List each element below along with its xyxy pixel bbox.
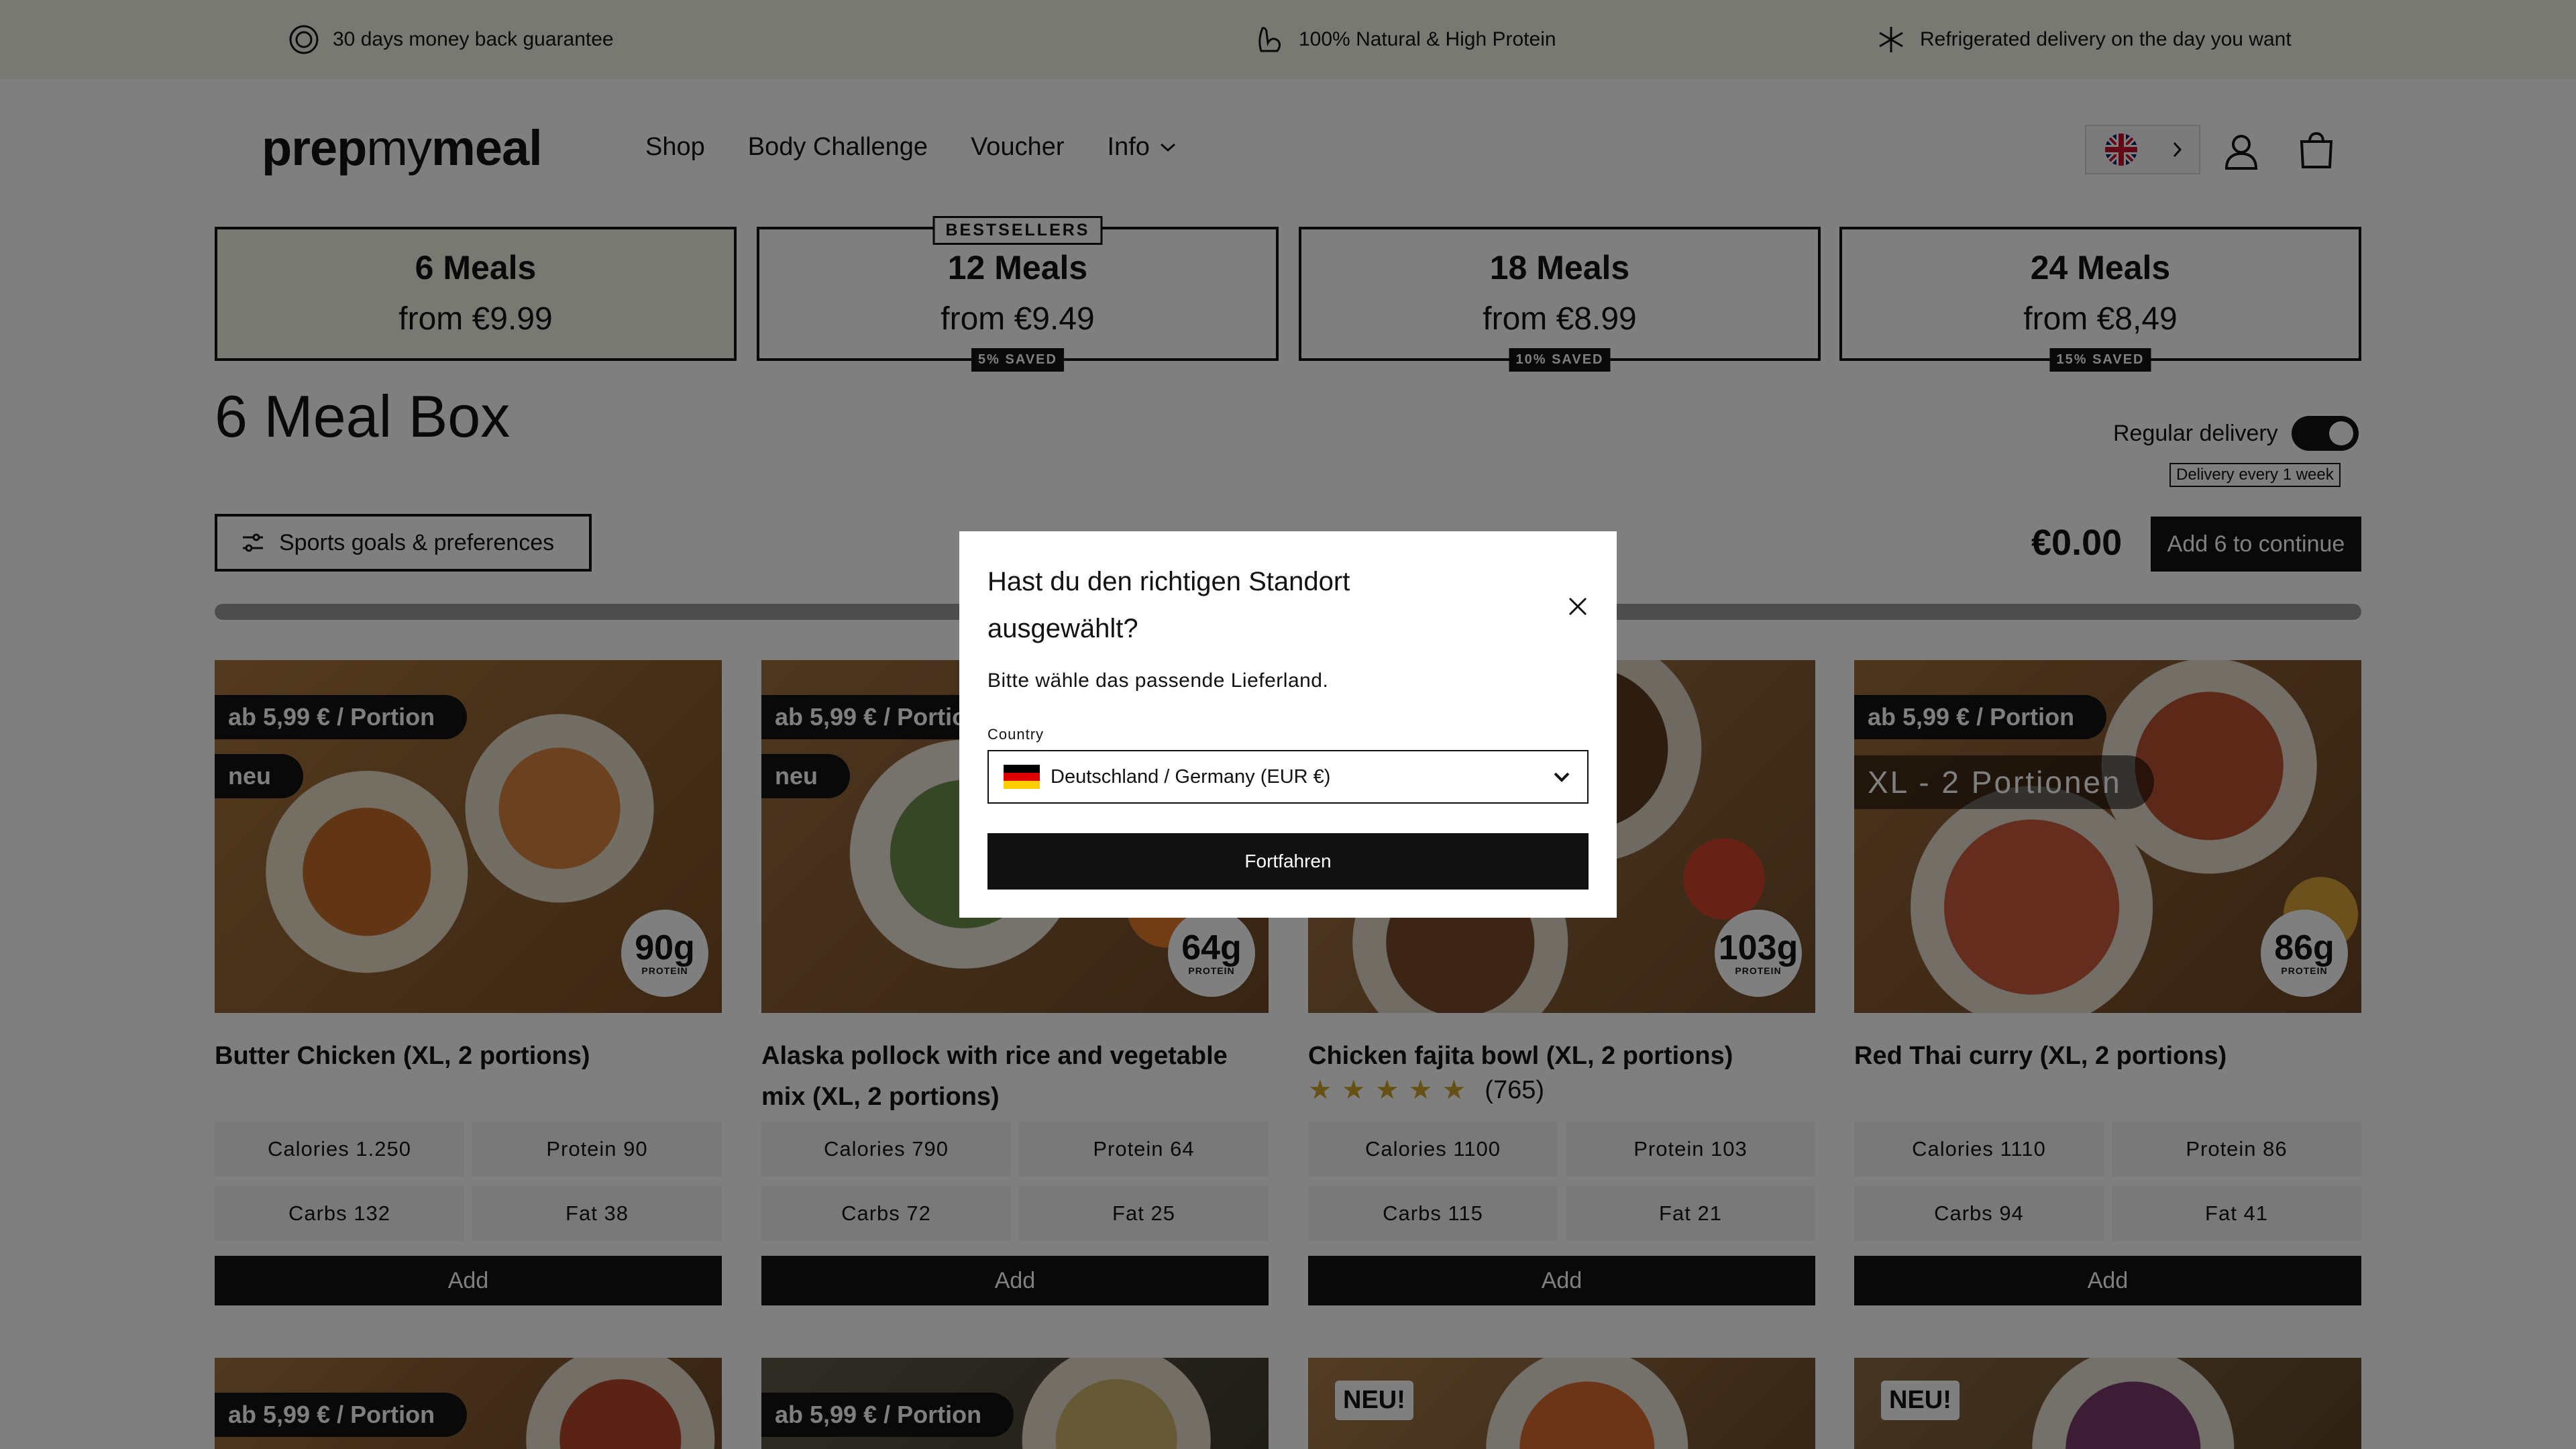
- modal-title: Hast du den richtigen Standort ausgewähl…: [987, 567, 1350, 643]
- modal-subtitle: Bitte wähle das passende Lieferland.: [987, 669, 1329, 692]
- close-icon[interactable]: [1564, 593, 1591, 620]
- continue-location-button[interactable]: Fortfahren: [987, 833, 1589, 890]
- germany-flag-icon: [1004, 765, 1040, 789]
- location-modal: Hast du den richtigen Standort ausgewähl…: [959, 531, 1617, 918]
- country-select[interactable]: Deutschland / Germany (EUR €): [987, 750, 1589, 804]
- country-select-value: Deutschland / Germany (EUR €): [1051, 765, 1331, 788]
- country-label: Country: [987, 726, 1044, 743]
- chevron-down-icon: [1554, 772, 1570, 782]
